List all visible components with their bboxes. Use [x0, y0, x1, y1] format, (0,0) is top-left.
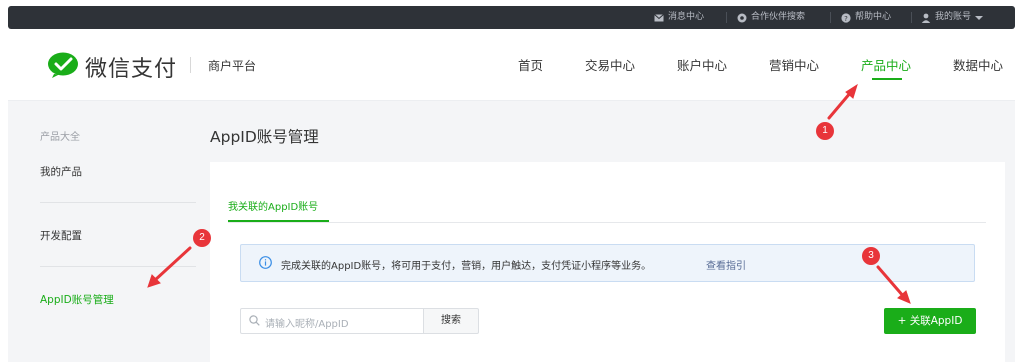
arrow-1: [827, 90, 853, 120]
annotation-marker-3: 3: [862, 247, 880, 265]
arrow-2: [152, 246, 192, 283]
arrow-3: [876, 265, 906, 299]
annotation-marker-1: 1: [816, 122, 834, 140]
annotation-marker-2: 2: [193, 229, 211, 247]
annotation-arrows: [147, 83, 911, 304]
